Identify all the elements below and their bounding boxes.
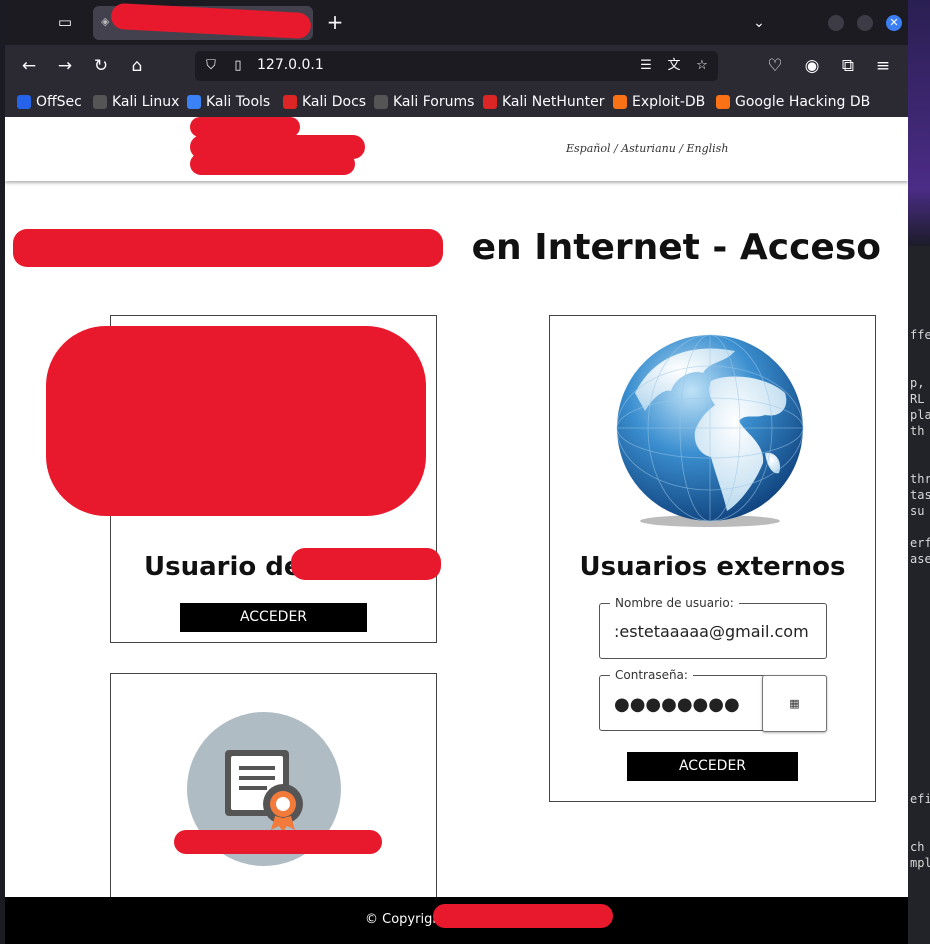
- menu-icon[interactable]: ≡: [871, 54, 895, 78]
- globe-icon: [615, 333, 805, 529]
- site-header: Español / Asturianu / English: [5, 117, 908, 181]
- language-selector[interactable]: Español / Asturianu / English: [566, 142, 728, 155]
- internal-user-card: Usuario de ACCEDER: [46, 315, 441, 643]
- active-tab[interactable]: ◈: [93, 2, 313, 40]
- bookmark-offsec[interactable]: OffSec: [17, 92, 82, 112]
- close-button[interactable]: ✕: [886, 15, 902, 31]
- bookmarks-toolbar: OffSec Kali Linux Kali Tools Kali Docs K…: [5, 87, 908, 117]
- bookmark-exploit-db[interactable]: Exploit-DB: [613, 92, 705, 112]
- browser-window: ▭ ◈ + ⌄ ✕ ← → ↻ ⌂ ⛉ ▯ 127.0.0.1 ☰ 文 ☆ ♡ …: [5, 0, 908, 944]
- translate-icon[interactable]: 文: [663, 55, 685, 77]
- offsec-icon: [17, 95, 31, 109]
- external-card-title: Usuarios externos: [579, 552, 846, 582]
- kali-dragon-icon: [93, 95, 107, 109]
- certificate-card: [110, 673, 437, 913]
- ghdb-icon: [716, 95, 730, 109]
- redaction: [190, 117, 300, 137]
- bookmark-kali-forums[interactable]: Kali Forums: [374, 92, 474, 112]
- home-icon[interactable]: ⌂: [125, 54, 149, 78]
- exploit-db-icon: [613, 95, 627, 109]
- redaction: [291, 548, 441, 580]
- minimize-button[interactable]: [828, 15, 844, 31]
- tab-strip: ▭ ◈ + ⌄ ✕: [5, 0, 908, 45]
- bookmark-google-hacking-db[interactable]: Google Hacking DB: [716, 92, 870, 112]
- external-user-card: Usuarios externos Nombre de usuario: :es…: [549, 315, 876, 802]
- pocket-icon[interactable]: ♡: [763, 54, 787, 78]
- maximize-button[interactable]: [857, 15, 873, 31]
- star-icon[interactable]: ☆: [691, 55, 713, 77]
- account-icon[interactable]: ◉: [800, 54, 824, 78]
- bookmark-kali-nethunter[interactable]: Kali NetHunter: [483, 92, 604, 112]
- extensions-icon[interactable]: ⧉: [836, 54, 860, 78]
- username-label: Nombre de usuario:: [610, 596, 739, 610]
- chevron-down-icon[interactable]: ⌄: [748, 12, 770, 34]
- reload-icon[interactable]: ↻: [89, 54, 113, 78]
- redaction: [190, 153, 355, 175]
- forward-arrow-icon[interactable]: →: [53, 54, 77, 78]
- bookmark-kali-docs[interactable]: Kali Docs: [283, 92, 366, 112]
- navigation-toolbar: ← → ↻ ⌂ ⛉ ▯ 127.0.0.1 ☰ 文 ☆ ♡ ◉ ⧉ ≡: [5, 45, 908, 87]
- firefox-view-icon[interactable]: ▭: [53, 10, 77, 34]
- redaction: [110, 2, 312, 40]
- copyright-text: © Copyrigh: [365, 912, 441, 927]
- reader-view-icon[interactable]: ☰: [635, 55, 657, 77]
- site-footer: © Copyrigh: [5, 897, 908, 944]
- redaction: [433, 904, 613, 928]
- bookmark-kali-linux[interactable]: Kali Linux: [93, 92, 179, 112]
- back-arrow-icon[interactable]: ←: [17, 54, 41, 78]
- kali-forums-icon: [374, 95, 388, 109]
- web-page: Español / Asturianu / English en Interne…: [5, 117, 908, 944]
- site-logo[interactable]: [185, 117, 365, 177]
- url-text[interactable]: 127.0.0.1: [257, 57, 324, 73]
- shield-icon[interactable]: ⛉: [200, 55, 222, 77]
- kali-tools-icon: [187, 95, 201, 109]
- redaction: [46, 326, 426, 516]
- page-icon: ▯: [234, 58, 242, 73]
- url-bar[interactable]: ⛉ ▯ 127.0.0.1 ☰ 文 ☆: [195, 51, 718, 81]
- show-password-icon[interactable]: ▦: [762, 675, 827, 732]
- redaction: [174, 830, 382, 854]
- password-label: Contraseña:: [610, 668, 693, 682]
- internal-login-button[interactable]: ACCEDER: [180, 603, 367, 632]
- external-login-button[interactable]: ACCEDER: [627, 752, 798, 781]
- bookmark-kali-tools[interactable]: Kali Tools: [187, 92, 270, 112]
- password-input[interactable]: ●●●●●●●●: [614, 694, 740, 715]
- username-input[interactable]: :estetaaaaa@gmail.com: [614, 622, 814, 641]
- password-field[interactable]: Contraseña: ●●●●●●●● ▦: [599, 668, 827, 732]
- username-field[interactable]: Nombre de usuario: :estetaaaaa@gmail.com: [599, 596, 827, 659]
- kali-docs-icon: [283, 95, 297, 109]
- nethunter-icon: [483, 95, 497, 109]
- page-title: en Internet - Acceso: [471, 227, 881, 268]
- new-tab-button[interactable]: +: [323, 10, 347, 34]
- background-terminal: ffe p, RL pla th thr tas su erf ase efi …: [908, 246, 930, 944]
